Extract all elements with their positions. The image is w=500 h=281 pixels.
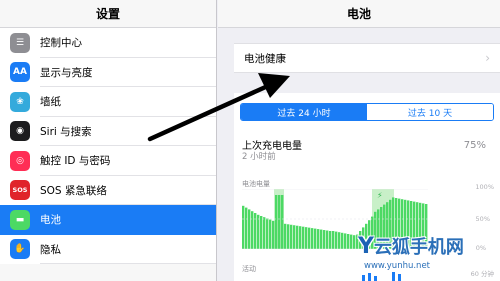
battery-level-bar <box>281 195 284 249</box>
battery-level-bar <box>317 229 320 249</box>
settings-sidebar: 设置 ☰ 控制中心 AA 显示与亮度 ❀ 墙纸 ◉ Siri 与搜索 ◎ 触控 ID 与密码 SOS… <box>0 0 217 281</box>
battery-level-bar <box>263 217 266 249</box>
sidebar-item-touch-id[interactable]: ◎ 触控 ID 与密码 <box>0 146 216 176</box>
battery-level-bar <box>299 226 302 249</box>
segment-last-24-hours[interactable]: 过去 24 小时 <box>241 104 367 120</box>
sidebar-item-wallpaper[interactable]: ❀ 墙纸 <box>0 87 216 117</box>
display-brightness-icon: AA <box>10 62 30 83</box>
wallpaper-icon: ❀ <box>10 91 30 112</box>
battery-level-bar <box>272 220 275 249</box>
battery-level-bar <box>278 195 281 249</box>
sidebar-header: 设置 <box>0 0 216 28</box>
chart-tick-50: 50% <box>475 215 490 223</box>
privacy-hand-icon: ✋ <box>10 239 30 260</box>
detail-header: 电池 <box>218 0 500 28</box>
battery-level-bar <box>335 231 338 249</box>
watermark-logo: Y云狐手机网 www.yunhu.net <box>358 234 464 271</box>
time-range-segmented-control: 过去 24 小时 过去 10 天 <box>240 103 494 121</box>
touch-id-icon: ◎ <box>10 150 30 171</box>
battery-level-bar <box>251 211 254 249</box>
sidebar-item-label: 隐私 <box>40 243 61 256</box>
battery-level-bar <box>338 232 341 249</box>
last-charge-percent: 75% <box>463 140 486 151</box>
sidebar-item-label: 显示与亮度 <box>40 66 93 79</box>
battery-level-bar <box>284 223 287 249</box>
battery-level-bar <box>248 209 251 249</box>
sidebar-item-sos[interactable]: SOS SOS 紧急联络 <box>0 175 216 205</box>
battery-level-bar <box>257 214 260 249</box>
battery-level-bar <box>320 229 323 249</box>
battery-level-bar <box>308 227 311 249</box>
battery-level-bar <box>269 219 272 249</box>
battery-level-bar <box>305 227 308 249</box>
sidebar-item-label: SOS 紧急联络 <box>40 184 107 197</box>
battery-level-bar <box>245 207 248 249</box>
battery-level-bar <box>290 224 293 249</box>
page-title: 电池 <box>346 7 371 21</box>
battery-level-bar <box>326 230 329 249</box>
sidebar-title: 设置 <box>95 7 120 21</box>
sidebar-item-label: 电池 <box>40 214 61 227</box>
siri-icon: ◉ <box>10 121 30 142</box>
segment-last-10-days[interactable]: 过去 10 天 <box>367 104 493 120</box>
battery-level-bar <box>329 231 332 249</box>
battery-health-row[interactable]: 电池健康 › <box>234 43 500 73</box>
last-charge-time: 2 小时前 <box>242 152 276 162</box>
control-center-icon: ☰ <box>10 32 30 53</box>
battery-level-bar <box>296 225 299 249</box>
battery-level-bar <box>242 205 245 249</box>
battery-level-bar <box>293 225 296 249</box>
sidebar-item-privacy-hand[interactable]: ✋ 隐私 <box>0 234 216 264</box>
sidebar-item-label: 触控 ID 与密码 <box>40 155 111 168</box>
chevron-right-icon: › <box>485 51 490 65</box>
sidebar-item-battery[interactable]: ▬ 电池 <box>0 205 216 235</box>
battery-level-bar <box>275 195 278 249</box>
battery-level-bar <box>341 232 344 249</box>
sidebar-item-label: 控制中心 <box>40 37 82 50</box>
sidebar-item-label: 墙纸 <box>40 96 61 109</box>
charging-bolt-icon: ⚡ <box>377 191 383 200</box>
sidebar-item-label: Siri 与搜索 <box>40 125 92 138</box>
battery-health-label: 电池健康 <box>244 52 286 65</box>
battery-level-bar <box>323 230 326 249</box>
chart-tick-100: 100% <box>475 183 494 191</box>
battery-level-bar <box>260 216 263 249</box>
battery-level-bar <box>287 224 290 249</box>
battery-icon: ▬ <box>10 209 30 230</box>
battery-level-bar <box>311 228 314 249</box>
battery-level-bar <box>332 231 335 249</box>
sidebar-item-display-brightness[interactable]: AA 显示与亮度 <box>0 57 216 87</box>
battery-level-bar <box>302 226 305 249</box>
battery-level-bar <box>344 233 347 249</box>
sos-icon: SOS <box>10 180 30 201</box>
sidebar-item-siri[interactable]: ◉ Siri 与搜索 <box>0 116 216 146</box>
sidebar-item-control-center[interactable]: ☰ 控制中心 <box>0 28 216 58</box>
battery-level-bar <box>314 228 317 249</box>
battery-level-chart-title: 电池电量 <box>242 180 270 188</box>
sidebar-list: ☰ 控制中心 AA 显示与亮度 ❀ 墙纸 ◉ Siri 与搜索 ◎ 触控 ID 与密码 SOS SOS… <box>0 28 216 264</box>
battery-level-bar <box>254 213 257 249</box>
battery-level-bar <box>266 218 269 249</box>
